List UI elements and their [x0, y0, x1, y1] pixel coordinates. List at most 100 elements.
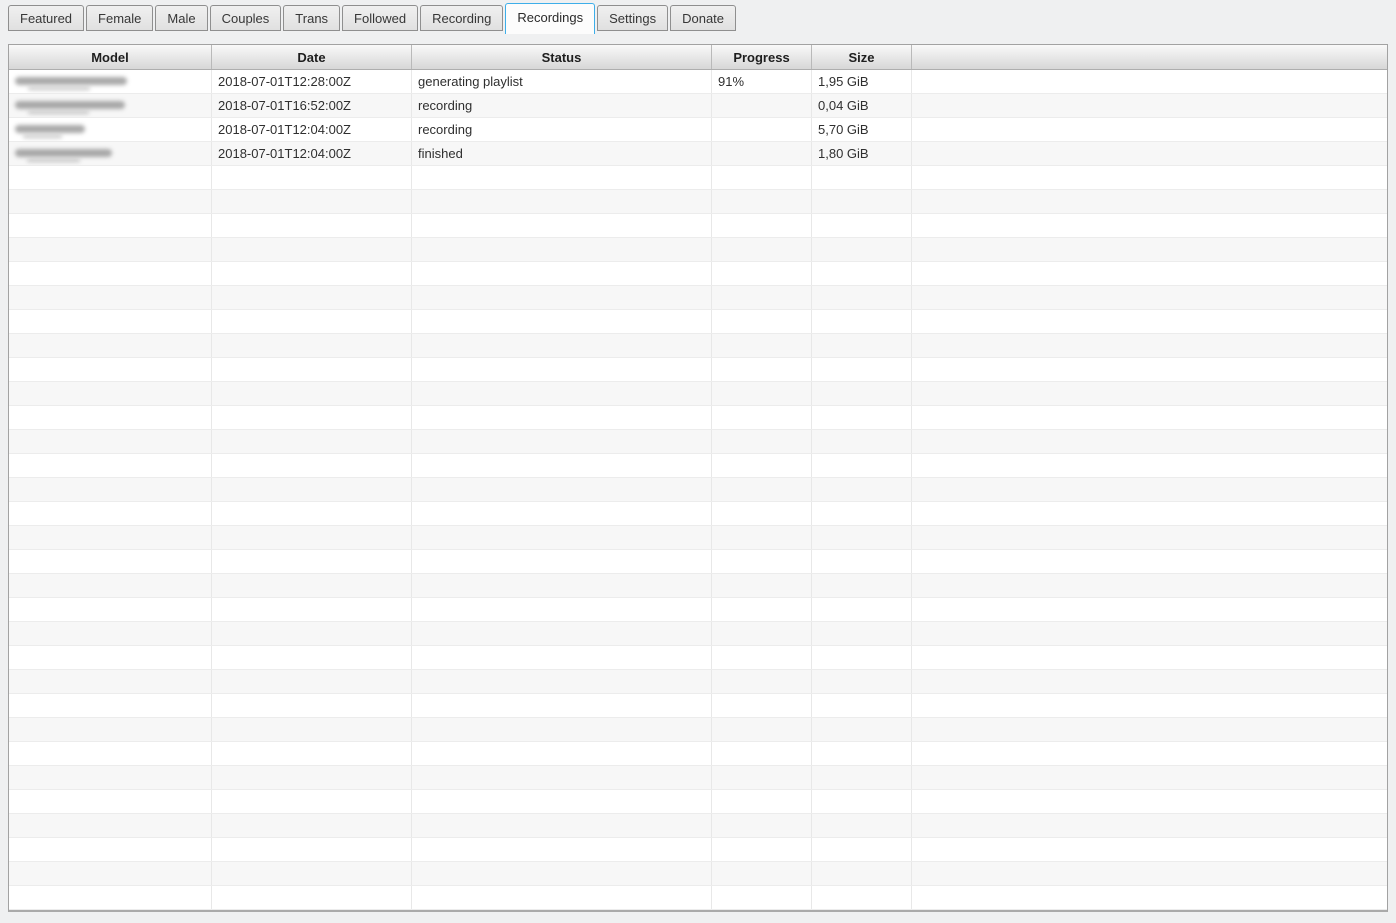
tab-settings[interactable]: Settings: [597, 5, 669, 31]
table-row[interactable]: 2018-07-01T12:04:00Z recording 5,70 GiB: [9, 118, 1387, 142]
cell-date: [212, 598, 412, 621]
cell-status: [412, 622, 712, 645]
cell-model: [9, 214, 212, 237]
cell-status: [412, 790, 712, 813]
cell-filler: [912, 382, 1387, 405]
tab-recordings[interactable]: Recordings: [505, 3, 596, 34]
cell-date: [212, 814, 412, 837]
cell-model: [9, 574, 212, 597]
cell-date: [212, 382, 412, 405]
cell-progress: [712, 94, 812, 117]
table-row[interactable]: 2018-07-01T12:28:00Z generating playlist 9…: [9, 70, 1387, 94]
cell-date: [212, 838, 412, 861]
cell-date: [212, 334, 412, 357]
cell-date: [212, 886, 412, 909]
tab-recording[interactable]: Recording: [420, 5, 504, 31]
table-row-empty: [9, 814, 1387, 838]
cell-model: [9, 622, 212, 645]
cell-status: [412, 502, 712, 525]
cell-date: [212, 478, 412, 501]
table-body: 2018-07-01T12:28:00Z generating playlist 9…: [9, 70, 1387, 910]
column-header-progress[interactable]: Progress: [712, 45, 812, 69]
cell-model: [9, 646, 212, 669]
table-row-empty: [9, 622, 1387, 646]
recordings-table: Model Date Status Progress Size 2018-07-01T1…: [8, 44, 1388, 912]
table-row-empty: [9, 670, 1387, 694]
redacted-model-name: [15, 94, 125, 117]
cell-progress: [712, 430, 812, 453]
cell-status: [412, 454, 712, 477]
cell-model: [9, 550, 212, 573]
cell-progress: [712, 622, 812, 645]
cell-progress: [712, 646, 812, 669]
cell-status: [412, 430, 712, 453]
table-row-empty: [9, 574, 1387, 598]
cell-size: [812, 430, 912, 453]
cell-date: [212, 694, 412, 717]
cell-status: [412, 286, 712, 309]
column-header-size[interactable]: Size: [812, 45, 912, 69]
table-row-empty: [9, 286, 1387, 310]
table-row-empty: [9, 454, 1387, 478]
cell-date: [212, 190, 412, 213]
cell-status: [412, 574, 712, 597]
table-row[interactable]: 2018-07-01T12:04:00Z finished 1,80 GiB: [9, 142, 1387, 166]
cell-progress: [712, 454, 812, 477]
cell-progress: 91%: [712, 70, 812, 93]
tab-featured[interactable]: Featured: [8, 5, 85, 31]
table-row-empty: [9, 478, 1387, 502]
cell-date: [212, 214, 412, 237]
cell-progress: [712, 838, 812, 861]
column-header-model[interactable]: Model: [9, 45, 212, 69]
cell-progress: [712, 694, 812, 717]
cell-date: [212, 286, 412, 309]
column-header-status[interactable]: Status: [412, 45, 712, 69]
table-row-empty: [9, 166, 1387, 190]
cell-model: [9, 118, 212, 141]
cell-size: [812, 550, 912, 573]
cell-filler: [912, 310, 1387, 333]
cell-progress: [712, 862, 812, 885]
app-window: Featured Female Male Couples Trans Followed Re…: [0, 0, 1396, 912]
column-header-filler[interactable]: [912, 45, 1387, 69]
tab-followed[interactable]: Followed: [342, 5, 419, 31]
cell-filler: [912, 622, 1387, 645]
tab-trans[interactable]: Trans: [283, 5, 341, 31]
cell-model: [9, 262, 212, 285]
cell-filler: [912, 94, 1387, 117]
cell-status: [412, 862, 712, 885]
cell-status: [412, 238, 712, 261]
cell-date: [212, 646, 412, 669]
table-row-empty: [9, 598, 1387, 622]
tab-couples[interactable]: Couples: [209, 5, 282, 31]
table-row[interactable]: 2018-07-01T16:52:00Z recording 0,04 GiB: [9, 94, 1387, 118]
cell-progress: [712, 598, 812, 621]
cell-filler: [912, 718, 1387, 741]
tab-male[interactable]: Male: [155, 5, 208, 31]
table-row-empty: [9, 790, 1387, 814]
cell-date: [212, 406, 412, 429]
cell-status: [412, 478, 712, 501]
cell-status: [412, 214, 712, 237]
cell-filler: [912, 814, 1387, 837]
cell-model: [9, 406, 212, 429]
column-header-date[interactable]: Date: [212, 45, 412, 69]
tab-donate[interactable]: Donate: [670, 5, 737, 31]
cell-date: [212, 670, 412, 693]
cell-model: [9, 886, 212, 909]
table-row-empty: [9, 862, 1387, 886]
cell-status: [412, 190, 712, 213]
cell-model: [9, 382, 212, 405]
cell-size: 0,04 GiB: [812, 94, 912, 117]
tab-female[interactable]: Female: [86, 5, 154, 31]
cell-filler: [912, 646, 1387, 669]
cell-filler: [912, 694, 1387, 717]
cell-date: [212, 550, 412, 573]
table-row-empty: [9, 190, 1387, 214]
cell-size: [812, 814, 912, 837]
table-row-empty: [9, 334, 1387, 358]
cell-status: [412, 598, 712, 621]
cell-filler: [912, 406, 1387, 429]
table-row-empty: [9, 694, 1387, 718]
cell-status: [412, 406, 712, 429]
